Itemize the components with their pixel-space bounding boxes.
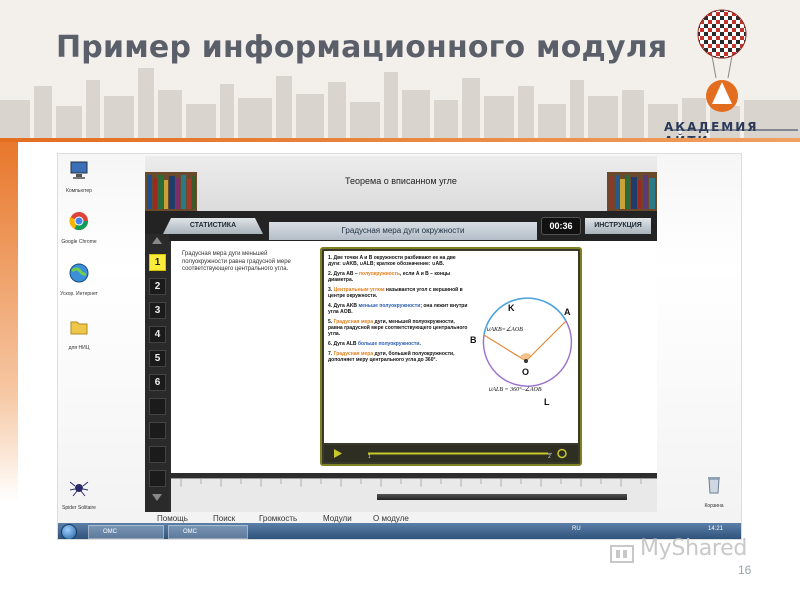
nav-item-empty[interactable] [149,446,166,463]
lesson-point-2: 2. Дуга AB – полуокружность, если A и B … [328,271,468,283]
nav-item-empty[interactable] [149,470,166,487]
nav-item-5[interactable]: 5 [149,350,166,367]
settings-gear-icon[interactable] [557,448,567,459]
globe-icon [69,263,89,283]
folder-icon [70,321,88,335]
watermark-text: MyShared [640,536,748,561]
radius-oa [525,320,567,362]
desktop-icon-internet[interactable]: Ускор. Интернет [58,262,100,297]
center-point [524,359,528,363]
lesson-point-6: 6. Дуга ALB больше полуокружности. [328,341,468,347]
timer-display: 00:36 [541,217,581,235]
lesson-highlight: полуокружность [359,271,400,277]
pencil-decoration [377,494,627,500]
play-icon[interactable] [334,449,342,458]
label-o: O [522,367,529,377]
desktop-icon-label: Компьютер [66,188,92,194]
lesson-point-4: 4. Дуга AKB меньше полуокружности; она л… [328,303,468,315]
player-controls [334,448,567,459]
formula-akb: ∪AKB=∠AOB [486,326,523,333]
desktop-icon-label: Spider Solitaire [62,505,96,511]
taskbar-item-omc-2[interactable]: OMC [168,525,248,539]
progress-end-label: 2 [548,454,551,460]
myshared-logo-icon [610,545,634,563]
spider-icon [69,481,89,497]
lesson-highlight: больше полуокружности [357,341,420,347]
lesson-point-7: 7. Градусная мера дуги, большей полуокру… [328,351,468,363]
taskbar-item-omc[interactable]: OMC [88,525,164,539]
page-number: 16 [738,563,752,577]
desktop-icon-chrome[interactable]: Google Chrome [58,210,100,245]
desktop-icon-recycle-bin[interactable]: Корзина [693,474,735,509]
nav-item-6[interactable]: 6 [149,374,166,391]
tab-instructions[interactable]: ИНСТРУКЦИЯ [585,218,651,234]
formula-alb: ∪ALB = 360°–∠AOB [488,386,542,393]
app-header: Теорема о вписанном угле [145,156,657,211]
label-k: K [508,303,515,313]
label-l: L [544,397,550,407]
scroll-down-icon[interactable] [152,494,162,501]
start-button[interactable] [61,524,77,539]
menu-item-search[interactable]: Поиск [213,514,235,523]
progress-start-label: 1 [368,454,371,460]
scroll-up-icon[interactable] [152,237,162,244]
desktop-screenshot: Компьютер Google Chrome Ускор. Интернет … [57,153,742,540]
lesson-card: 1. Две точки A и B окружности разбивают … [320,247,582,466]
nav-item-1[interactable]: 1 [149,254,166,271]
nav-item-3[interactable]: 3 [149,302,166,319]
left-accent-bar [0,142,18,502]
section-title: Градусная мера дуги окружности [269,222,537,240]
label-a: A [564,307,571,317]
nav-item-4[interactable]: 4 [149,326,166,343]
bookshelf-right-image [607,172,657,211]
desktop-icon-label: Корзина [704,503,724,509]
description-text: Градусная мера дуги меньшей полуокружнос… [182,251,291,273]
tab-statistics[interactable]: СТАТИСТИКА [163,218,263,234]
nav-item-2[interactable]: 2 [149,278,166,295]
lesson-point-1: 1. Две точки A и B окружности разбивают … [328,255,456,267]
recycle-bin-icon [708,477,720,494]
circle-diagram: K A B O L ∪AKB=∠AOB ∪ALB = 360°–∠AOB [470,297,573,407]
lesson-highlight: меньше полуокружности [358,303,421,309]
desktop-icon-label: Ускор. Интернет [60,291,98,297]
lesson-point-5: 5. Градусная мера дуги, меньшей полуокру… [328,319,468,337]
desktop-icon-label: Google Chrome [61,239,97,245]
lesson-content: 1. Две точки A и B окружности разбивают … [324,251,578,443]
language-indicator[interactable]: RU [572,526,581,532]
menu-item-about[interactable]: О модуле [373,514,409,523]
desktop-icon-label: для НИЦ [68,345,90,351]
lesson-text-span: . [419,341,421,347]
lesson-point-3: 3. Центральным углом называется угол с в… [328,287,468,299]
menu-item-help[interactable]: Помощь [157,514,188,523]
computer-icon [70,161,88,179]
header-stripe [0,138,800,142]
desktop-icon-folder[interactable]: для НИЦ [58,316,100,351]
lesson-text-span: 6. Дуга ALB [328,341,358,347]
label-b: B [470,335,477,345]
nav-item-empty[interactable] [149,398,166,415]
desktop-icon-computer[interactable]: Компьютер [58,159,100,194]
module-nav: 1 2 3 4 5 6 [145,234,169,512]
academy-logo-icon [670,9,798,131]
content-panel: Градусная мера дуги меньшей полуокружнос… [171,241,657,473]
desktop-icon-spider-solitaire[interactable]: Spider Solitaire [58,476,100,511]
media-player-bar: 1 2 [324,445,578,462]
clock[interactable]: 14:21 [708,526,723,532]
nav-item-empty[interactable] [149,422,166,439]
lesson-text: 1. Две точки A и B окружности разбивают … [328,255,468,367]
radius-ob [483,334,527,362]
chrome-icon [69,212,88,231]
app-window: Теорема о вписанном угле СТАТИСТИКА Град… [145,156,657,512]
app-window-title: Теорема о вписанном угле [345,176,457,186]
menu-item-volume[interactable]: Громкость [259,514,297,523]
slide-title: Пример информационного модуля [56,30,668,65]
slide-header: Пример информационного модуля АКАДЕМИЯ А… [0,0,800,142]
menu-item-modules[interactable]: Модули [323,514,352,523]
